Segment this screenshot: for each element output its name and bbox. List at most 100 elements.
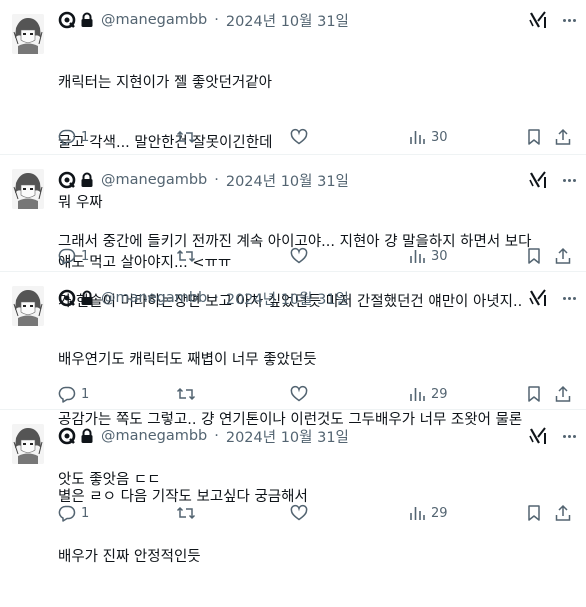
circle-icon xyxy=(58,171,76,189)
handle[interactable]: @manegambb xyxy=(101,172,207,188)
heart-icon xyxy=(290,504,308,522)
views-button[interactable]: 30 xyxy=(408,244,448,268)
like-button[interactable] xyxy=(290,382,308,406)
reply-count: 1 xyxy=(81,505,90,521)
avatar[interactable] xyxy=(12,14,44,54)
repost-button[interactable] xyxy=(176,501,196,525)
views-button[interactable]: 30 xyxy=(408,125,448,149)
reply-button[interactable]: 1 xyxy=(58,244,89,268)
handle[interactable]: @manegambb xyxy=(101,290,207,306)
tweet-line: 캐릭터는 지현이가 젤 좋앗던거같아 xyxy=(58,75,272,91)
bookmark-button[interactable] xyxy=(526,125,542,149)
avatar[interactable] xyxy=(12,424,44,464)
lock-icon xyxy=(80,428,94,444)
bookmark-icon xyxy=(526,385,542,403)
date[interactable]: 2024년 10월 31일 xyxy=(226,170,349,191)
reply-count: 1 xyxy=(81,248,90,264)
avatar[interactable] xyxy=(12,286,44,326)
bookmark-icon xyxy=(526,247,542,265)
tweet[interactable]: @manegambb · 2024년 10월 31일 배우연기도 캐릭터도 째볍… xyxy=(0,272,586,488)
share-button[interactable] xyxy=(554,501,572,525)
repost-icon xyxy=(176,247,196,265)
share-icon xyxy=(554,385,572,403)
bookmark-button[interactable] xyxy=(526,244,542,268)
date[interactable]: 2024년 10월 31일 xyxy=(226,10,349,31)
lock-icon xyxy=(80,290,94,306)
reply-button[interactable]: 1 xyxy=(58,501,89,525)
share-button[interactable] xyxy=(554,125,572,149)
action-bar: 1 29 xyxy=(52,382,572,406)
tweet[interactable]: @manegambb · 2024년 10월 31일 캐릭터는 지현이가 젤 좋… xyxy=(0,0,586,271)
action-bar: 1 29 xyxy=(52,501,572,525)
grok-icon[interactable] xyxy=(528,10,548,30)
lock-icon xyxy=(80,12,94,28)
tweet-line: 배우연기도 캐릭터도 째볍이 너무 좋았던듯 xyxy=(58,352,317,368)
more-icon[interactable] xyxy=(560,11,578,29)
repost-button[interactable] xyxy=(176,125,196,149)
tweet[interactable]: @manegambb · 2024년 10월 31일 그래서 중간에 들키기 전… xyxy=(0,155,586,310)
view-count: 30 xyxy=(431,248,448,264)
reply-count: 1 xyxy=(81,129,90,145)
heart-icon xyxy=(290,247,308,265)
share-icon xyxy=(554,128,572,146)
tweet-header: @manegambb · 2024년 10월 31일 xyxy=(58,287,349,309)
like-button[interactable] xyxy=(290,501,308,525)
share-icon xyxy=(554,247,572,265)
bar-chart-icon xyxy=(408,385,426,403)
repost-icon xyxy=(176,385,196,403)
bookmark-button[interactable] xyxy=(526,382,542,406)
view-count: 29 xyxy=(431,386,448,402)
circle-icon xyxy=(58,289,76,307)
more-icon[interactable] xyxy=(560,171,578,189)
circle-icon xyxy=(58,427,76,445)
share-icon xyxy=(554,504,572,522)
like-button[interactable] xyxy=(290,125,308,149)
separator: · xyxy=(214,290,219,306)
bookmark-icon xyxy=(526,504,542,522)
tweet-header: @manegambb · 2024년 10월 31일 xyxy=(58,425,349,447)
bar-chart-icon xyxy=(408,504,426,522)
lock-icon xyxy=(80,172,94,188)
bar-chart-icon xyxy=(408,128,426,146)
action-bar: 1 30 xyxy=(52,125,572,149)
tweet-header: @manegambb · 2024년 10월 31일 xyxy=(58,169,349,191)
grok-icon[interactable] xyxy=(528,170,548,190)
heart-icon xyxy=(290,128,308,146)
avatar[interactable] xyxy=(12,169,44,209)
handle[interactable]: @manegambb xyxy=(101,12,207,28)
separator: · xyxy=(214,172,219,188)
reply-icon xyxy=(58,247,76,265)
share-button[interactable] xyxy=(554,244,572,268)
tweet[interactable]: @manegambb · 2024년 10월 31일 별은 ㄹㅇ 다음 기작도 … xyxy=(0,410,586,565)
reply-icon xyxy=(58,504,76,522)
grok-icon[interactable] xyxy=(528,288,548,308)
handle[interactable]: @manegambb xyxy=(101,428,207,444)
bookmark-icon xyxy=(526,128,542,146)
grok-icon[interactable] xyxy=(528,426,548,446)
reply-button[interactable]: 1 xyxy=(58,125,89,149)
separator: · xyxy=(214,428,219,444)
circle-icon xyxy=(58,11,76,29)
bookmark-button[interactable] xyxy=(526,501,542,525)
action-bar: 1 30 xyxy=(52,244,572,268)
repost-icon xyxy=(176,128,196,146)
views-button[interactable]: 29 xyxy=(408,382,448,406)
views-button[interactable]: 29 xyxy=(408,501,448,525)
tweet-text: 별은 ㄹㅇ 다음 기작도 보고싶다 궁금해서 배우가 진짜 안정적인듯 xyxy=(58,447,578,607)
date[interactable]: 2024년 10월 31일 xyxy=(226,288,349,309)
reply-button[interactable]: 1 xyxy=(58,382,89,406)
tweet-header: @manegambb · 2024년 10월 31일 xyxy=(58,9,349,31)
share-button[interactable] xyxy=(554,382,572,406)
more-icon[interactable] xyxy=(560,427,578,445)
like-button[interactable] xyxy=(290,244,308,268)
repost-button[interactable] xyxy=(176,244,196,268)
tweet-feed: @manegambb · 2024년 10월 31일 캐릭터는 지현이가 젤 좋… xyxy=(0,0,586,565)
heart-icon xyxy=(290,385,308,403)
reply-icon xyxy=(58,385,76,403)
reply-icon xyxy=(58,128,76,146)
repost-button[interactable] xyxy=(176,382,196,406)
date[interactable]: 2024년 10월 31일 xyxy=(226,426,349,447)
reply-count: 1 xyxy=(81,386,90,402)
tweet-line: 배우가 진짜 안정적인듯 xyxy=(58,549,201,565)
more-icon[interactable] xyxy=(560,289,578,307)
